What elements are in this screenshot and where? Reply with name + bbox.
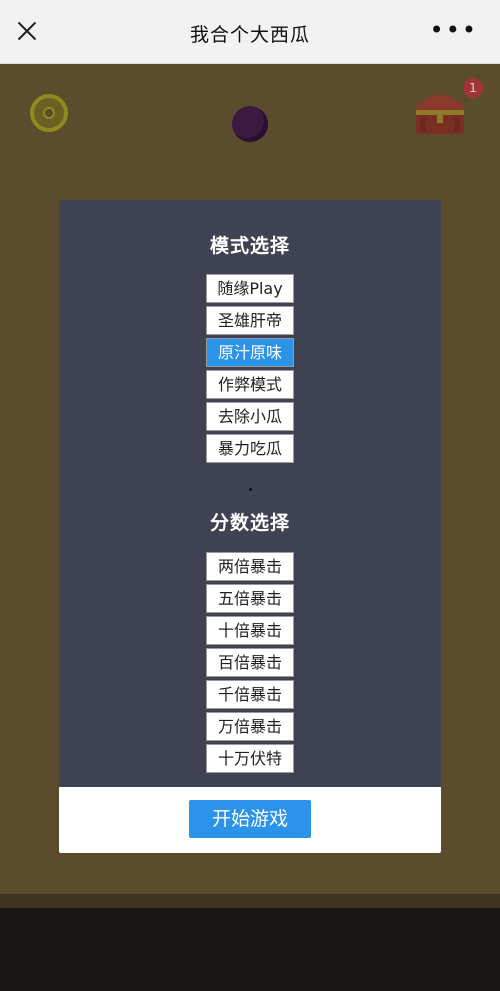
settings-ring-icon[interactable] <box>30 94 68 132</box>
mode-option-1[interactable]: 随缘Play <box>206 274 294 303</box>
settings-modal: 模式选择 随缘Play 圣雄肝帝原汁原味作弊模式去除小瓜暴力吃瓜 分数选择 两倍暴… <box>59 200 441 853</box>
chest-notification-badge: 1 <box>463 78 483 98</box>
mode-option-6[interactable]: 暴力吃瓜 <box>206 434 294 463</box>
start-game-button[interactable]: 开始游戏 <box>189 800 311 838</box>
mode-option-4[interactable]: 作弊模式 <box>206 370 294 399</box>
score-option-list: 两倍暴击五倍暴击十倍暴击百倍暴击千倍暴击万倍暴击十万伏特 <box>206 552 294 776</box>
score-option-1[interactable]: 两倍暴击 <box>206 552 294 581</box>
mode-option-5[interactable]: 去除小瓜 <box>206 402 294 431</box>
page-title: 我合个大西瓜 <box>189 24 310 46</box>
mode-option-3[interactable]: 原汁原味 <box>206 338 294 367</box>
top-navigation-bar: 我合个大西瓜 ••• <box>0 0 500 64</box>
score-option-5[interactable]: 千倍暴击 <box>206 680 294 709</box>
mode-option-2[interactable]: 圣雄肝帝 <box>206 306 294 335</box>
more-options-icon[interactable]: ••• <box>430 18 478 42</box>
score-option-2[interactable]: 五倍暴击 <box>206 584 294 613</box>
score-option-6[interactable]: 万倍暴击 <box>206 712 294 741</box>
treasure-chest-icon[interactable] <box>410 84 470 138</box>
game-floor <box>0 894 500 908</box>
bottom-strip <box>0 908 500 991</box>
mode-section-title: 模式选择 <box>209 235 290 257</box>
score-section-title: 分数选择 <box>209 512 290 534</box>
next-fruit-icon <box>232 106 268 142</box>
score-option-3[interactable]: 十倍暴击 <box>206 616 294 645</box>
score-option-7[interactable]: 十万伏特 <box>206 744 294 773</box>
score-option-4[interactable]: 百倍暴击 <box>206 648 294 677</box>
separator-dot <box>249 488 252 491</box>
mode-option-list: 随缘Play 圣雄肝帝原汁原味作弊模式去除小瓜暴力吃瓜 <box>206 274 294 466</box>
modal-footer: 开始游戏 <box>59 787 441 853</box>
